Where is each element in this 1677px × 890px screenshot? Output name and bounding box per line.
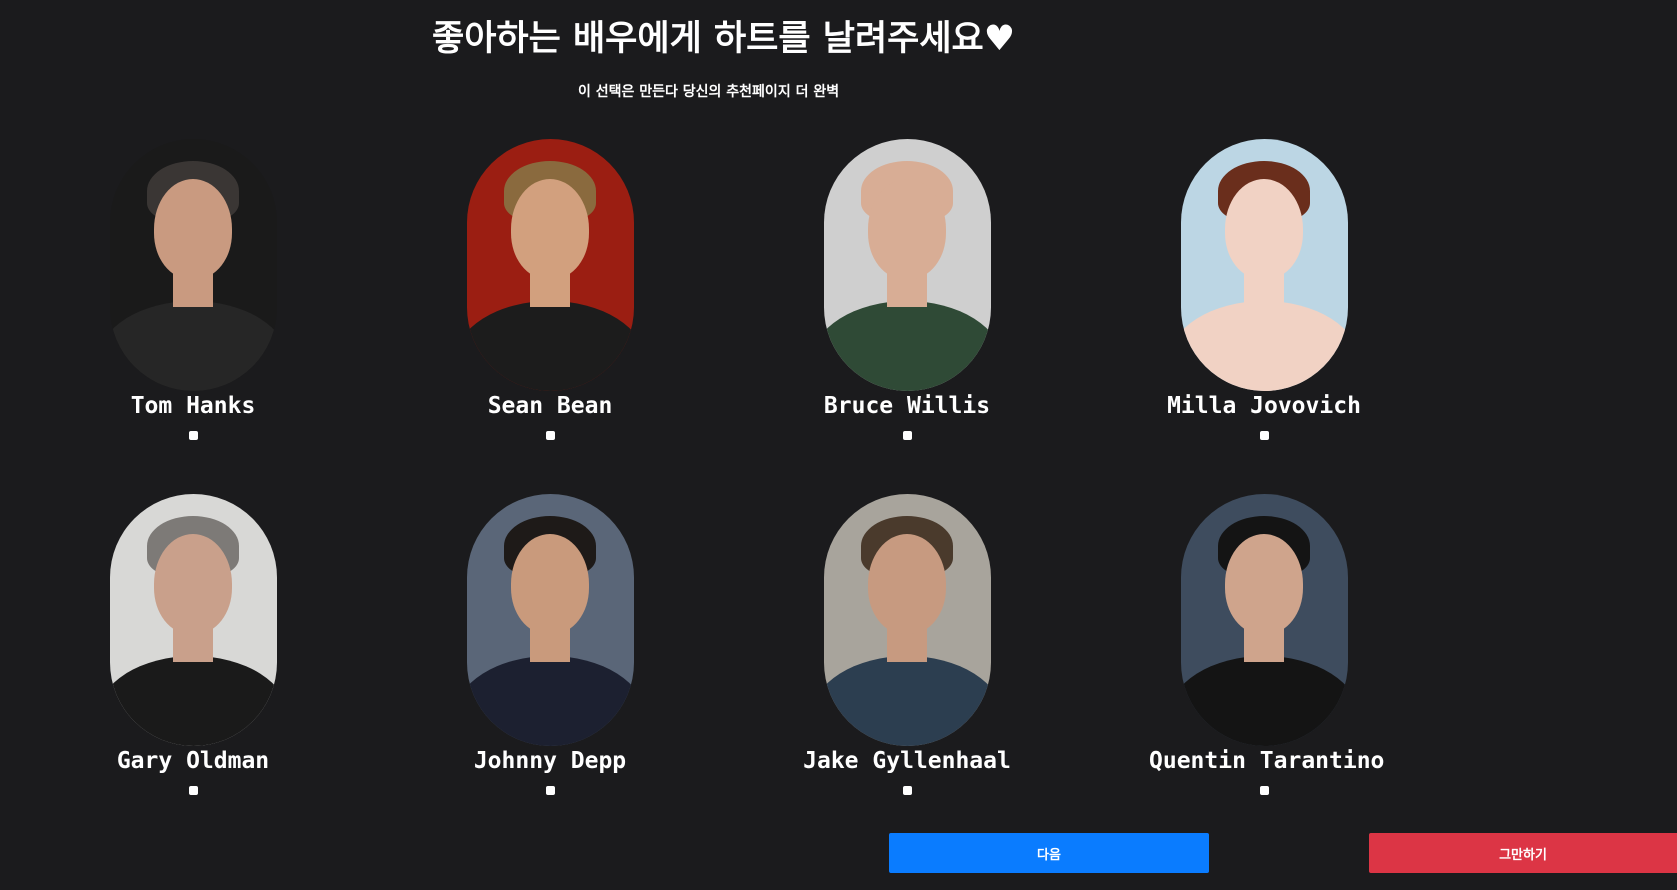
- actor-photo-face: [154, 179, 232, 279]
- actor-card[interactable]: Tom Hanks: [78, 139, 308, 440]
- actor-card[interactable]: Johnny Depp: [435, 494, 665, 795]
- actor-card[interactable]: Gary Oldman: [78, 494, 308, 795]
- actor-name: Sean Bean: [487, 393, 613, 419]
- actor-card[interactable]: Jake Gyllenhaal: [792, 494, 1022, 795]
- actor-checkbox[interactable]: [902, 786, 912, 795]
- actor-checkbox[interactable]: [545, 431, 555, 440]
- actor-checkbox[interactable]: [1259, 431, 1269, 440]
- actor-photo-shoulders: [466, 301, 634, 391]
- actor-photo-face: [511, 534, 589, 634]
- actor-name: Quentin Tarantino: [1149, 748, 1385, 774]
- actor-photo-face: [511, 179, 589, 279]
- actor-photo[interactable]: [109, 494, 277, 746]
- actor-photo-face: [868, 534, 946, 634]
- actor-checkbox[interactable]: [545, 786, 555, 795]
- actor-checkbox[interactable]: [188, 786, 198, 795]
- actor-photo-shoulders: [109, 301, 277, 391]
- actor-name: Jake Gyllenhaal: [803, 748, 1011, 774]
- page-subtitle: 이 선택은 만든다 당신의 추천페이지 더 완벽: [578, 84, 840, 100]
- actor-photo-shoulders: [109, 656, 277, 746]
- actor-card[interactable]: Bruce Willis: [792, 139, 1022, 440]
- actor-photo[interactable]: [823, 494, 991, 746]
- actor-photo-face: [1225, 179, 1303, 279]
- actor-photo-shoulders: [823, 301, 991, 391]
- actor-photo[interactable]: [109, 139, 277, 391]
- actor-checkbox[interactable]: [1259, 786, 1269, 795]
- actor-photo-shoulders: [1180, 301, 1348, 391]
- actor-photo[interactable]: [466, 494, 634, 746]
- actor-selection-page: 좋아하는 배우에게 하트를 날려주세요♥ 이 선택은 만든다 당신의 추천페이지…: [0, 0, 1677, 890]
- actor-photo-face: [868, 179, 946, 279]
- actor-photo-shoulders: [1180, 656, 1348, 746]
- stop-button[interactable]: 그만하기: [1369, 833, 1677, 873]
- actor-checkbox[interactable]: [902, 431, 912, 440]
- actor-photo[interactable]: [1180, 139, 1348, 391]
- actor-photo-face: [1225, 534, 1303, 634]
- actor-photo-shoulders: [823, 656, 991, 746]
- actor-card[interactable]: Sean Bean: [435, 139, 665, 440]
- actor-name: Milla Jovovich: [1167, 393, 1361, 419]
- next-button[interactable]: 다음: [889, 833, 1209, 873]
- actor-photo[interactable]: [466, 139, 634, 391]
- page-title: 좋아하는 배우에게 하트를 날려주세요♥: [432, 19, 1016, 59]
- actor-checkbox[interactable]: [188, 431, 198, 440]
- actor-name: Gary Oldman: [116, 748, 270, 774]
- actor-photo-shoulders: [466, 656, 634, 746]
- actor-photo[interactable]: [1180, 494, 1348, 746]
- actor-name: Tom Hanks: [130, 393, 256, 419]
- actor-name: Bruce Willis: [823, 393, 991, 419]
- actor-name: Johnny Depp: [473, 748, 627, 774]
- actor-card[interactable]: Milla Jovovich: [1149, 139, 1379, 440]
- actor-photo-face: [154, 534, 232, 634]
- actor-card[interactable]: Quentin Tarantino: [1149, 494, 1385, 795]
- actor-photo[interactable]: [823, 139, 991, 391]
